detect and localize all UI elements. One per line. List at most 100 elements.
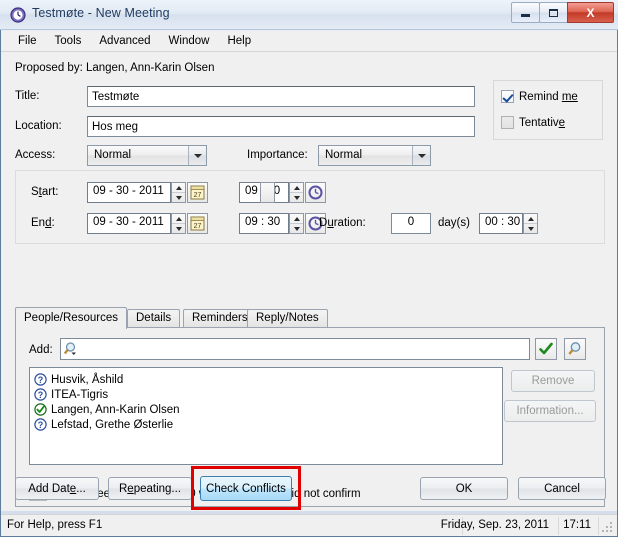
tentative-checkbox[interactable]: Tentative — [501, 116, 565, 129]
spinner-up-icon[interactable] — [290, 214, 303, 224]
attendee-listbox[interactable]: ? Husvik, Åshild ? ITEA-Tigris Langen, A… — [29, 367, 503, 465]
status-unknown-icon: ? — [34, 418, 47, 431]
maximize-button[interactable] — [539, 2, 568, 23]
menu-item-tools[interactable]: Tools — [46, 33, 91, 49]
spinner-up-icon[interactable] — [172, 183, 185, 193]
spinner-down-icon[interactable] — [172, 193, 185, 202]
calendar-icon: 27 — [190, 216, 205, 231]
end-label: End: — [31, 217, 55, 229]
menu-item-window[interactable]: Window — [160, 33, 219, 49]
spinner-down-icon[interactable] — [524, 224, 537, 233]
status-date: Friday, Sep. 23, 2011 — [440, 519, 549, 531]
svg-text:?: ? — [38, 420, 44, 430]
check-icon — [539, 342, 553, 355]
meeting-dialog-window: Testmøte - New Meeting X File Tools Adva… — [0, 0, 618, 537]
menu-item-advanced[interactable]: Advanced — [90, 33, 159, 49]
spinner-down-icon[interactable] — [290, 224, 303, 233]
window-controls: X — [511, 2, 614, 24]
information-button[interactable]: Information... — [504, 400, 596, 422]
days-label: day(s) — [438, 217, 470, 229]
magnifier-icon — [63, 341, 79, 360]
end-date-spinner[interactable] — [171, 213, 186, 234]
checkbox-icon — [501, 90, 514, 103]
close-button[interactable]: X — [567, 2, 614, 23]
remove-button[interactable]: Remove — [511, 370, 595, 392]
tab-strip: People/Resources Details Reminders Reply… — [15, 307, 605, 329]
duration-time-spinner[interactable] — [523, 213, 538, 234]
tentative-label: Tentative — [519, 116, 566, 129]
window-title: Testmøte - New Meeting — [32, 6, 170, 20]
add-attendee-text[interactable] — [83, 341, 529, 359]
search-attendee-button[interactable] — [564, 338, 586, 360]
start-calendar-picker-button[interactable]: 27 — [187, 182, 208, 203]
menu-item-help[interactable]: Help — [218, 33, 260, 49]
duration-time-field[interactable]: 00 : 30 — [479, 213, 523, 234]
end-date-field[interactable]: 09 - 30 - 2011 — [87, 213, 171, 234]
ok-button[interactable]: OK — [420, 477, 508, 500]
resize-grip-icon[interactable] — [602, 522, 614, 534]
check-conflicts-button[interactable]: Check Conflicts — [200, 476, 292, 501]
importance-value: Normal — [325, 149, 363, 161]
svg-text:27: 27 — [194, 192, 202, 199]
tab-details[interactable]: Details — [127, 309, 181, 328]
end-time-spinner[interactable] — [289, 213, 304, 234]
list-item[interactable]: ? Lefstad, Grethe Østerlie — [30, 417, 502, 432]
reminder-options-group — [493, 80, 603, 140]
start-date-field[interactable]: 09 - 30 - 2011 — [87, 182, 171, 203]
list-item[interactable]: Langen, Ann-Karin Olsen — [30, 402, 502, 417]
tab-people-resources[interactable]: People/Resources — [15, 307, 127, 329]
duration-days-field[interactable]: 0 — [391, 213, 431, 234]
checkbox-icon — [501, 116, 514, 129]
repeating-label: Repeating... — [118, 482, 182, 495]
attendee-name: Lefstad, Grethe Østerlie — [51, 418, 174, 431]
clock-icon — [10, 7, 26, 23]
chevron-down-icon[interactable] — [412, 146, 430, 165]
importance-label: Importance: — [247, 149, 308, 161]
minimize-icon — [512, 3, 539, 22]
start-time-spinner[interactable] — [289, 182, 304, 203]
title-input[interactable] — [87, 86, 475, 107]
spinner-down-icon[interactable] — [172, 224, 185, 233]
location-field-label: Location: — [15, 120, 62, 132]
chevron-down-icon[interactable] — [188, 146, 206, 165]
access-value: Normal — [94, 149, 132, 161]
spinner-up-icon[interactable] — [290, 183, 303, 193]
minimize-button[interactable] — [511, 2, 540, 23]
magnifier-icon — [568, 342, 581, 355]
end-time-field[interactable]: 09 : 30 — [239, 213, 289, 234]
remind-me-label: Remind me — [519, 90, 578, 103]
start-date-spinner[interactable] — [171, 182, 186, 203]
maximize-icon — [540, 3, 567, 22]
end-calendar-picker-button[interactable]: 27 — [187, 213, 208, 234]
importance-dropdown[interactable]: Normal — [318, 145, 431, 166]
duration-label: Duration: — [319, 217, 366, 229]
list-item[interactable]: ? ITEA-Tigris — [30, 387, 502, 402]
access-dropdown[interactable]: Normal — [87, 145, 207, 166]
spinner-up-icon[interactable] — [524, 214, 537, 224]
svg-text:?: ? — [38, 375, 44, 385]
cancel-button[interactable]: Cancel — [518, 477, 606, 500]
status-unknown-icon: ? — [34, 388, 47, 401]
proposed-by-label: Proposed by: Langen, Ann-Karin Olsen — [15, 62, 215, 74]
start-time-picker-button[interactable] — [305, 182, 326, 203]
clock-icon — [308, 185, 323, 200]
accept-attendee-button[interactable] — [535, 338, 557, 360]
spinner-up-icon[interactable] — [172, 214, 185, 224]
status-help-text: For Help, press F1 — [7, 519, 103, 531]
tab-reminders[interactable]: Reminders — [183, 309, 257, 328]
attendee-name: Langen, Ann-Karin Olsen — [51, 403, 180, 416]
calendar-icon: 27 — [190, 185, 205, 200]
menu-item-file[interactable]: File — [9, 33, 46, 49]
svg-text:27: 27 — [194, 223, 202, 230]
add-attendee-input[interactable] — [60, 338, 530, 360]
tab-reply-notes[interactable]: Reply/Notes — [247, 309, 328, 328]
title-bar: Testmøte - New Meeting X — [0, 0, 618, 30]
list-item[interactable]: ? Husvik, Åshild — [30, 372, 502, 387]
attendee-name: ITEA-Tigris — [51, 388, 109, 401]
remind-me-checkbox[interactable]: Remind me — [501, 90, 578, 103]
repeating-button[interactable]: Repeating... — [108, 477, 192, 500]
add-date-button[interactable]: Add Date... — [15, 477, 99, 500]
location-input[interactable] — [87, 116, 475, 137]
spinner-down-icon[interactable] — [290, 193, 303, 202]
status-unknown-icon: ? — [34, 373, 47, 386]
